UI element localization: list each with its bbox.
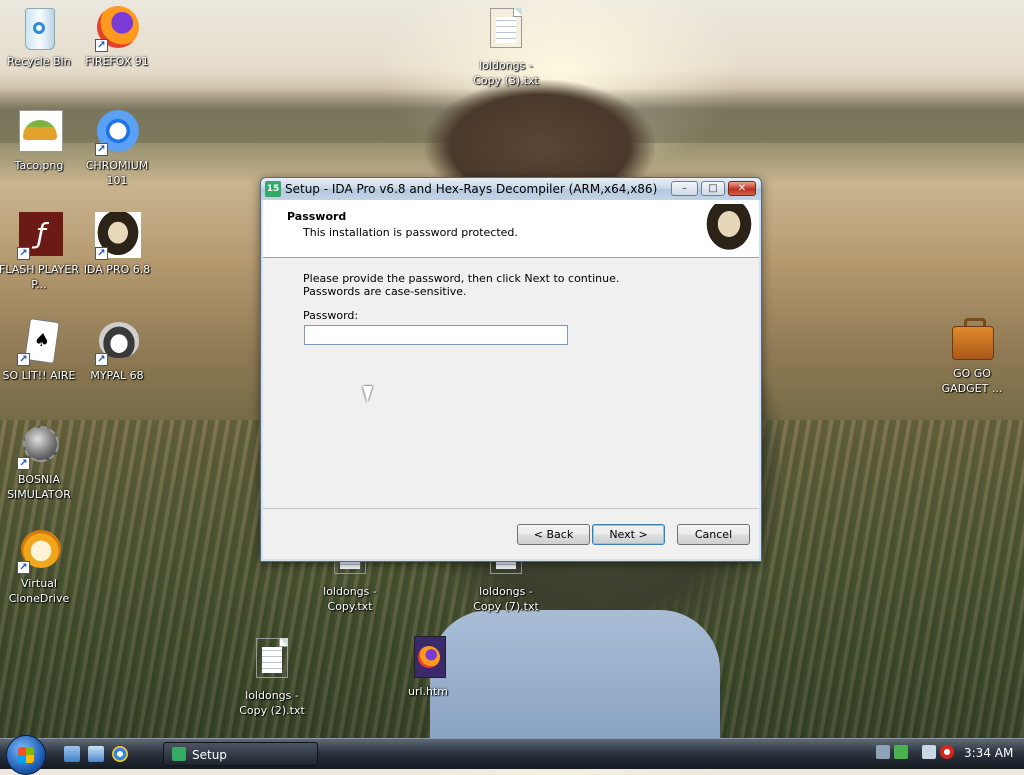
- tray-network-icon[interactable]: [894, 745, 908, 759]
- mypal-icon: ↗: [93, 318, 141, 366]
- desktop-icon-loldongs-copy-2[interactable]: loldongs - Copy (2).txt: [230, 634, 314, 718]
- shortcut-arrow-icon: ↗: [17, 457, 30, 470]
- desktop-icon-ida-pro[interactable]: ↗ IDA PRO 6.8: [75, 212, 159, 277]
- shortcut-arrow-icon: ↗: [95, 247, 108, 260]
- internet-explorer-icon[interactable]: [112, 746, 128, 762]
- setup-dialog: 15 Setup - IDA Pro v6.8 and Hex-Rays Dec…: [260, 177, 762, 562]
- setup-app-icon: 15: [265, 181, 281, 197]
- gadget-briefcase-icon: [948, 316, 996, 364]
- taskbar-clock[interactable]: 3:34 AM: [964, 746, 1013, 760]
- next-button[interactable]: Next >: [592, 524, 665, 545]
- solitaire-icon: ♠ ↗: [15, 318, 63, 366]
- text-file-icon: [248, 638, 296, 686]
- desktop-icon-flash-player[interactable]: ƒ ↗ FLASH PLAYER P...: [0, 212, 81, 292]
- html-file-icon: [404, 634, 452, 682]
- desktop-icon-firefox[interactable]: ↗ FIREFOX 91: [75, 4, 159, 69]
- shortcut-arrow-icon: ↗: [95, 39, 108, 52]
- switch-windows-icon[interactable]: [88, 746, 104, 762]
- setup-app-icon: [172, 747, 186, 761]
- firefox-icon: ↗: [93, 4, 141, 52]
- dialog-title: Setup - IDA Pro v6.8 and Hex-Rays Decomp…: [285, 182, 658, 196]
- windows-logo-icon: [18, 747, 34, 763]
- maximize-button[interactable]: □: [701, 181, 725, 196]
- wizard-header: Password This installation is password p…: [263, 200, 759, 258]
- desktop-icon-mypal[interactable]: ↗ MYPAL 68: [75, 318, 159, 383]
- wizard-footer: < Back Next > Cancel: [263, 508, 759, 559]
- taco-image-icon: [15, 108, 63, 156]
- wallpaper-jeans: [430, 610, 720, 740]
- chromium-icon: ↗: [93, 108, 141, 156]
- back-button[interactable]: < Back: [517, 524, 590, 545]
- tray-app-icon[interactable]: [876, 745, 890, 759]
- shortcut-arrow-icon: ↗: [17, 353, 30, 366]
- desktop-icon-chromium[interactable]: ↗ CHROMIUM 101: [75, 108, 159, 188]
- start-button[interactable]: [6, 735, 46, 775]
- password-label: Password:: [303, 309, 359, 322]
- desktop-icon-bosnia-simulator[interactable]: ↗ BOSNIA SIMULATOR: [0, 422, 81, 502]
- text-file-icon: [482, 8, 530, 56]
- cancel-button[interactable]: Cancel: [677, 524, 750, 545]
- close-button[interactable]: ✕: [728, 181, 756, 196]
- desktop-icon-loldongs-copy-3[interactable]: loldongs - Copy (3).txt: [464, 4, 548, 88]
- dialog-client: Password This installation is password p…: [263, 200, 759, 559]
- dialog-titlebar[interactable]: 15 Setup - IDA Pro v6.8 and Hex-Rays Dec…: [261, 178, 761, 200]
- shortcut-arrow-icon: ↗: [17, 247, 30, 260]
- desktop-icon-solitaire[interactable]: ♠ ↗ SO LIT!! AIRE: [0, 318, 81, 383]
- desktop-icon-taco[interactable]: Taco.png: [0, 108, 81, 173]
- password-input[interactable]: [304, 325, 568, 345]
- tray-connection-icon[interactable]: [922, 745, 936, 759]
- shortcut-arrow-icon: ↗: [17, 561, 30, 574]
- flash-player-icon: ƒ ↗: [15, 212, 63, 260]
- page-subtitle: This installation is password protected.: [303, 226, 518, 239]
- show-desktop-icon[interactable]: [64, 746, 80, 762]
- wizard-body: Please provide the password, then click …: [263, 258, 759, 530]
- desktop-icon-url-htm[interactable]: url.htm: [386, 634, 470, 699]
- taskbar: Setup 3:34 AM: [0, 735, 1024, 775]
- shortcut-arrow-icon: ↗: [95, 353, 108, 366]
- page-title: Password: [287, 210, 347, 223]
- bosnia-simulator-icon: ↗: [15, 422, 63, 470]
- desktop-icon-recycle-bin[interactable]: Recycle Bin: [0, 4, 81, 69]
- desktop-icon-virtual-clonedrive[interactable]: ↗ Virtual CloneDrive: [0, 526, 81, 606]
- instructions-text: Please provide the password, then click …: [303, 272, 620, 298]
- desktop-icon-go-go-gadget[interactable]: GO GO GADGET ...: [930, 316, 1014, 396]
- ida-portrait-icon: [703, 204, 755, 254]
- taskbar-item-setup[interactable]: Setup: [163, 742, 318, 766]
- minimize-button[interactable]: –: [671, 181, 698, 196]
- recycle-bin-icon: [15, 4, 63, 52]
- shortcut-arrow-icon: ↗: [95, 143, 108, 156]
- ida-pro-icon: ↗: [93, 212, 141, 260]
- virtual-clonedrive-icon: ↗: [15, 526, 63, 574]
- volume-muted-icon[interactable]: [940, 745, 954, 759]
